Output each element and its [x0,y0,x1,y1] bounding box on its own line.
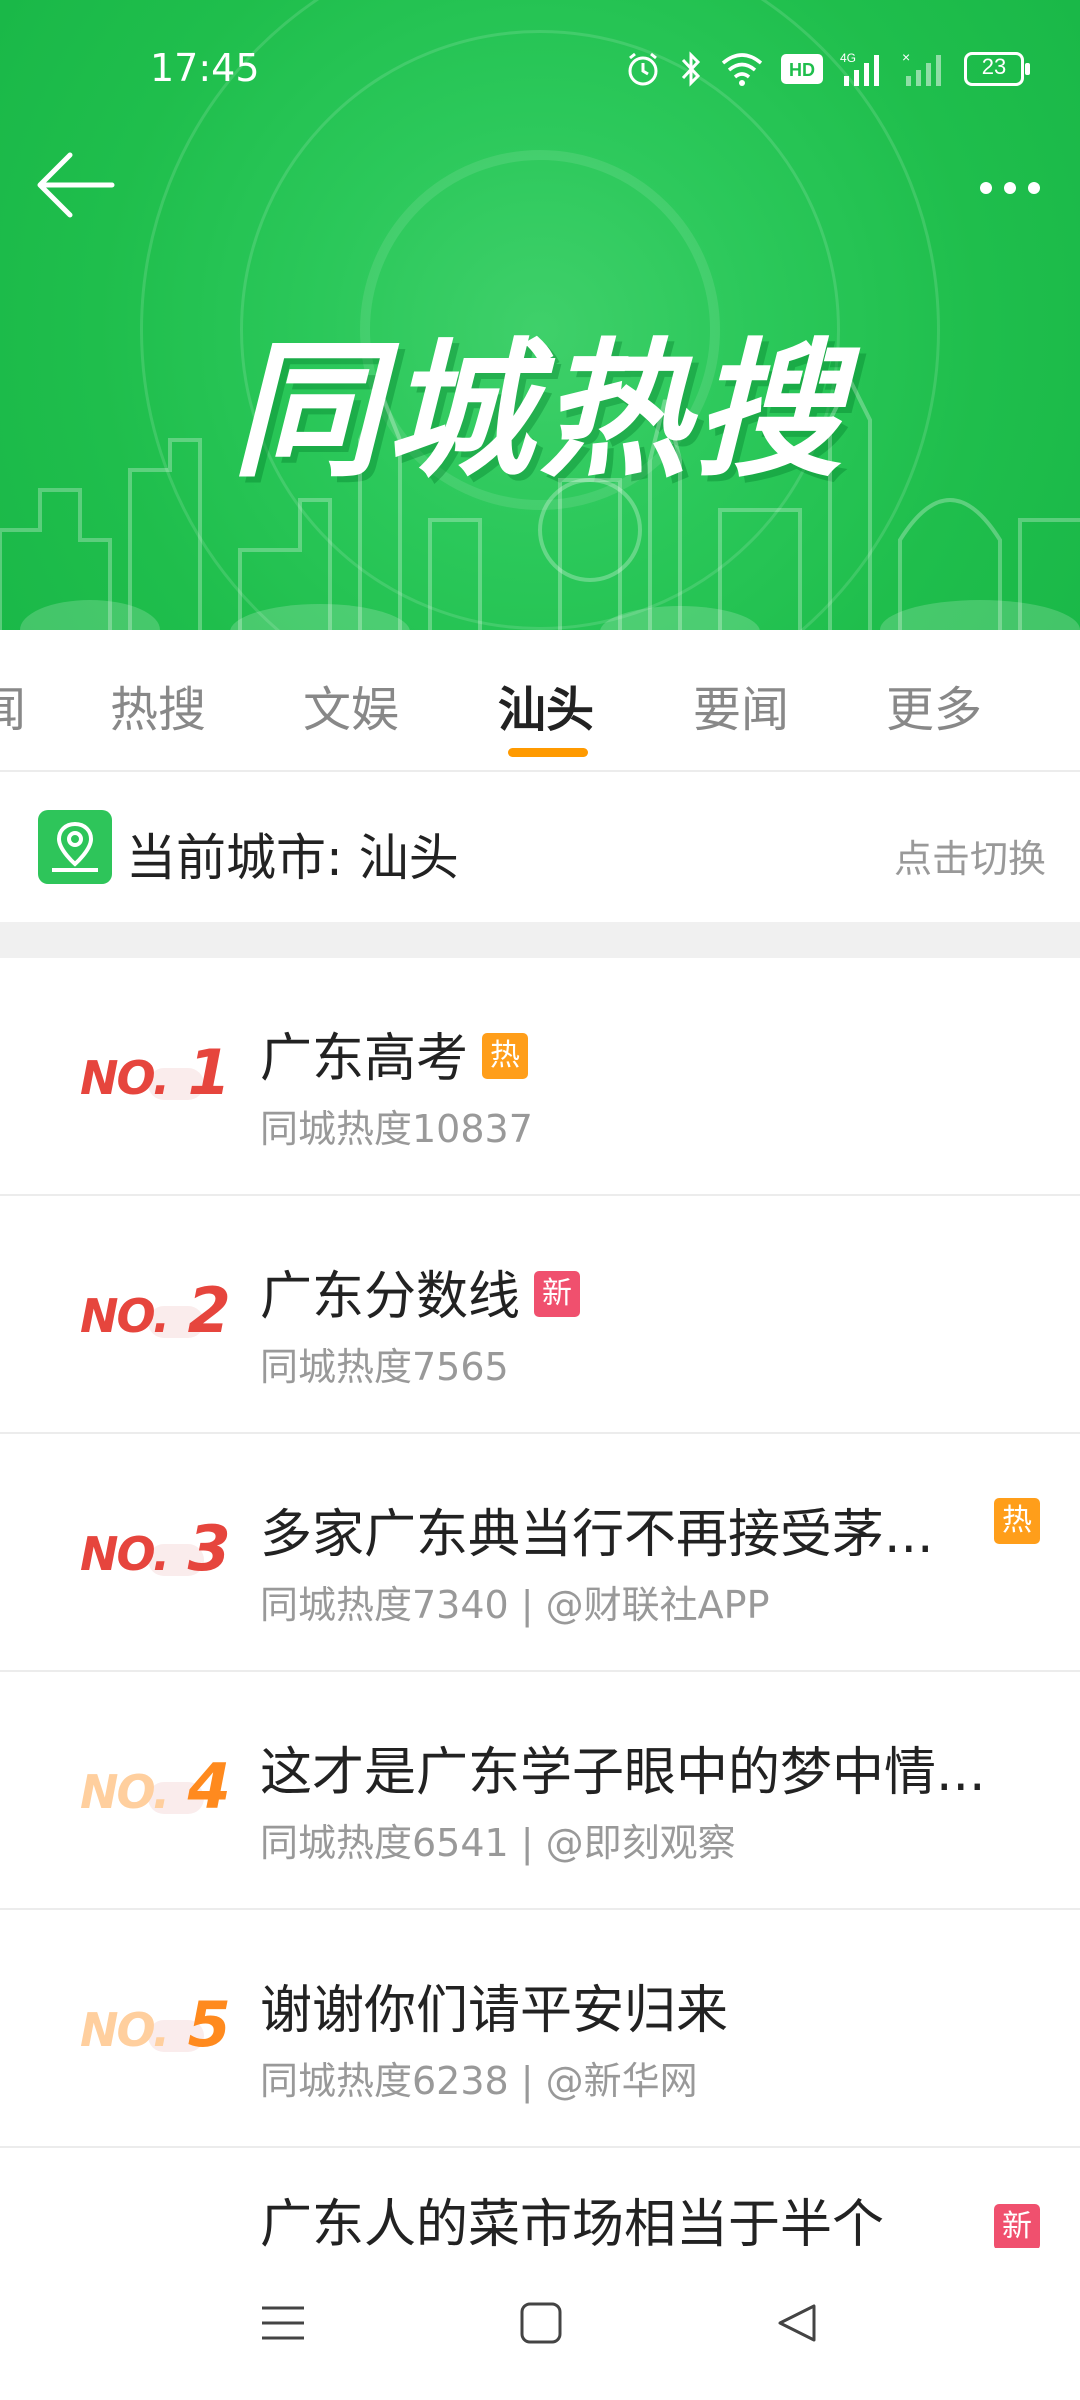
hot-badge: 热 [482,1033,529,1079]
rank-number: NO. 2 [80,1274,231,1347]
signal-4g-icon: 4G [840,51,879,86]
item-heat: 同城热度7340 | @财联社APP [260,1583,770,1627]
tab-entertainment[interactable]: 文娱 [303,670,399,740]
status-time: 17:45 [150,46,260,90]
back-button[interactable] [30,145,120,225]
item-heat: 同城热度6238 | @新华网 [260,2059,698,2103]
list-item[interactable]: NO. 1 广东高考热 同城热度10837 [0,958,1080,1196]
list-item[interactable]: NO. 4 这才是广东学子眼中的梦中情... 同城热度6541 | @即刻观察 [0,1672,1080,1910]
rank-number: NO. 3 [80,1512,231,1585]
list-item[interactable]: 广东人的菜市场相当于半个 新 [0,2148,1080,2248]
new-badge: 新 [994,2204,1040,2248]
tab-important-news[interactable]: 要闻 [693,670,789,740]
item-heat: 同城热度6541 | @即刻观察 [260,1821,736,1865]
hd-icon: HD [781,54,823,84]
back-triangle-icon[interactable] [772,2298,822,2348]
home-icon[interactable] [516,2298,566,2348]
item-title: 这才是广东学子眼中的梦中情... [260,1743,986,1803]
location-map-icon [38,810,112,884]
svg-text:×: × [902,50,910,65]
tab-active-indicator [508,748,588,757]
list-item[interactable]: NO. 5 谢谢你们请平安归来 同城热度6238 | @新华网 [0,1910,1080,2148]
wifi-icon [721,53,763,86]
hot-badge: 热 [994,1498,1040,1544]
item-title: 广东分数线新 [260,1254,581,1329]
item-title: 谢谢你们请平安归来 [260,1981,729,2041]
system-nav-bar [0,2248,1080,2400]
section-divider [0,922,1080,958]
status-bar: 17:45 HD 4G × 23 [0,0,1080,150]
rank-number: NO. 1 [80,1036,231,1109]
rank-number: NO. 4 [80,1750,231,1823]
list-item[interactable]: NO. 2 广东分数线新 同城热度7565 [0,1196,1080,1434]
tab-news[interactable]: 闻 [0,670,26,740]
new-badge: 新 [534,1271,581,1317]
switch-city-link[interactable]: 点击切换 [894,828,1046,883]
battery-icon: 23 [964,52,1030,86]
item-title: 广东人的菜市场相当于半个 [260,2195,885,2248]
category-tabs: 闻 热搜 文娱 汕头 要闻 更多 [0,630,1080,772]
current-city-row[interactable]: 当前城市: 汕头 点击切换 [0,772,1080,922]
alarm-icon [628,52,658,86]
item-title: 多家广东典当行不再接受茅... [260,1505,934,1565]
status-icons: HD 4G × 23 [624,50,1030,88]
tab-hot-search[interactable]: 热搜 [110,670,206,740]
tab-more[interactable]: 更多 [886,670,982,740]
bluetooth-icon [681,51,701,87]
rank-number: NO. 5 [80,1988,231,2061]
tab-shantou[interactable]: 汕头 [498,670,594,740]
signal-weak-icon: × [902,50,941,86]
item-title: 广东高考热 [260,1016,529,1091]
battery-level: 23 [981,54,1007,79]
svg-text:4G: 4G [840,51,856,65]
header-banner: 17:45 HD 4G × 23 同城热搜 [0,0,1080,630]
more-dots-icon [980,182,1040,194]
back-arrow-icon [37,152,115,218]
hot-search-list: NO. 1 广东高考热 同城热度10837 NO. 2 广东分数线新 同城热度7… [0,958,1080,2248]
item-heat: 同城热度10837 [260,1107,533,1151]
city-skyline-illustration [0,380,1080,630]
current-city-label: 当前城市: 汕头 [126,829,459,887]
more-button[interactable] [970,160,1050,210]
menu-icon[interactable] [258,2298,308,2348]
item-heat: 同城热度7565 [260,1345,509,1389]
list-item[interactable]: NO. 3 多家广东典当行不再接受茅... 热 同城热度7340 | @财联社A… [0,1434,1080,1672]
svg-text:HD: HD [789,60,815,80]
